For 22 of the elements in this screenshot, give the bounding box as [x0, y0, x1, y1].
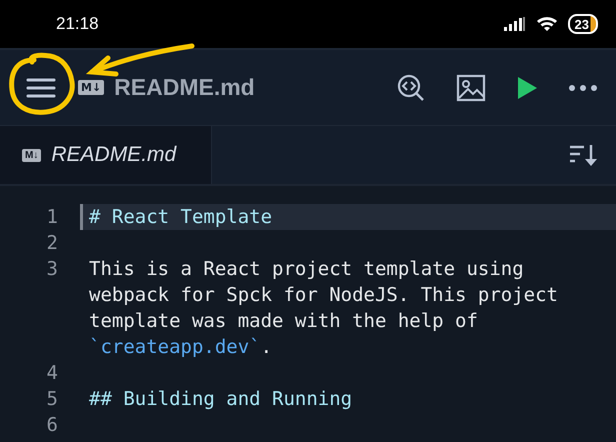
- line-number: 6: [46, 413, 59, 438]
- sort-icon: [568, 143, 598, 167]
- code-search-icon: [396, 72, 426, 102]
- line-number: 5: [46, 387, 59, 412]
- line-number: 1: [46, 205, 59, 230]
- code-line: # React Template: [89, 205, 274, 230]
- markdown-badge: M↓: [78, 80, 104, 95]
- more-icon: [568, 84, 598, 92]
- signal-icon: [504, 17, 526, 31]
- wifi-icon: [536, 16, 558, 32]
- menu-icon: [26, 76, 56, 98]
- line-number: 2: [46, 231, 59, 256]
- file-tab[interactable]: M↓ README.md: [0, 126, 212, 184]
- play-icon: [516, 76, 538, 100]
- code-line: This is a React project template using webpack for Spck for NodeJS. This project template was made with the help of `createapp.dev`.: [89, 257, 559, 360]
- line-number: 4: [46, 361, 59, 386]
- code-line: ## Building and Running: [89, 387, 354, 412]
- battery-icon: 23: [568, 14, 598, 34]
- image-icon: [456, 74, 486, 102]
- line-number: 3: [46, 257, 59, 282]
- file-title: README.md: [114, 74, 255, 101]
- status-time: 21:18: [56, 14, 99, 34]
